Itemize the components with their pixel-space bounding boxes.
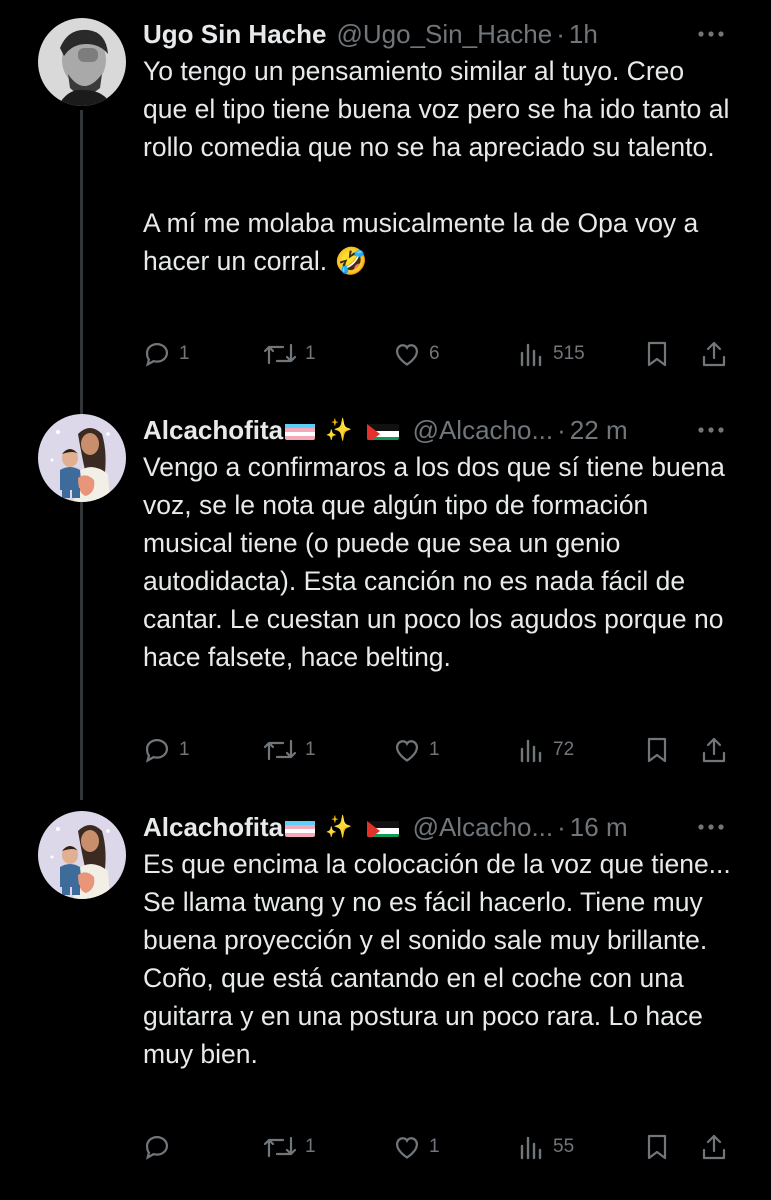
share-button[interactable] — [701, 340, 727, 368]
share-button[interactable] — [701, 1133, 727, 1161]
bookmark-icon — [645, 340, 669, 368]
retweet-count: 1 — [305, 1136, 316, 1157]
like-count: 1 — [429, 1136, 440, 1157]
display-name[interactable]: Alcachofita — [143, 415, 283, 446]
retweet-icon — [263, 1134, 297, 1160]
views-count: 72 — [553, 739, 575, 760]
heart-icon — [393, 1134, 421, 1160]
tweet-text: Yo tengo un pensamiento similar al tuyo.… — [143, 56, 730, 276]
tweet-actions: 1 1 55 — [143, 1127, 733, 1167]
tweet-header: Ugo Sin Hache @Ugo_Sin_Hache · 1h — [143, 14, 731, 54]
reply-button[interactable]: 1 — [143, 736, 190, 764]
like-button[interactable]: 1 — [393, 1134, 440, 1160]
views-icon — [519, 341, 545, 367]
retweet-count: 1 — [305, 739, 316, 760]
reply-icon — [143, 736, 171, 764]
share-icon — [701, 736, 727, 764]
transgender-flag-emoji — [285, 420, 316, 440]
views-count: 55 — [553, 1136, 575, 1157]
tweet-header: Alcachofita ✨ @Alcacho... · 16 m — [143, 807, 731, 847]
views-icon — [519, 737, 545, 763]
user-handle[interactable]: @Ugo_Sin_Hache — [336, 19, 552, 50]
views-icon — [519, 1134, 545, 1160]
avatar[interactable] — [38, 18, 126, 106]
bookmark-button[interactable] — [645, 1133, 669, 1161]
sparkles-emoji: ✨ — [325, 814, 353, 839]
tweet[interactable]: Alcachofita ✨ @Alcacho... · 22 m Vengo a… — [0, 410, 771, 780]
user-handle[interactable]: @Alcacho... — [413, 415, 554, 446]
reply-count: 1 — [179, 739, 190, 760]
bookmark-button[interactable] — [645, 340, 669, 368]
display-name[interactable]: Ugo Sin Hache — [143, 19, 326, 50]
avatar[interactable] — [38, 414, 126, 502]
more-icon[interactable] — [691, 14, 731, 54]
transgender-flag-emoji — [285, 817, 316, 837]
share-icon — [701, 340, 727, 368]
tweet-actions: 1 1 6 515 — [143, 334, 733, 374]
reply-count: 1 — [179, 343, 190, 364]
share-icon — [701, 1133, 727, 1161]
separator-dot: · — [557, 811, 566, 842]
more-icon[interactable] — [691, 410, 731, 450]
like-count: 1 — [429, 739, 440, 760]
bookmark-button[interactable] — [645, 736, 669, 764]
palestine-flag-emoji — [366, 420, 399, 440]
tweet[interactable]: Ugo Sin Hache @Ugo_Sin_Hache · 1h Yo ten… — [0, 14, 771, 384]
bookmark-icon — [645, 1133, 669, 1161]
timestamp[interactable]: 1h — [569, 19, 598, 50]
views-button[interactable]: 72 — [519, 737, 574, 763]
reply-icon — [143, 1133, 171, 1161]
retweet-icon — [263, 737, 297, 763]
views-button[interactable]: 55 — [519, 1134, 574, 1160]
more-icon[interactable] — [691, 807, 731, 847]
heart-icon — [393, 341, 421, 367]
retweet-icon — [263, 341, 297, 367]
avatar[interactable] — [38, 811, 126, 899]
separator-dot: · — [556, 18, 565, 49]
like-button[interactable]: 6 — [393, 341, 440, 367]
display-name[interactable]: Alcachofita — [143, 812, 283, 843]
share-button[interactable] — [701, 736, 727, 764]
tweet-text: Vengo a confirmaros a los dos que sí tie… — [143, 452, 725, 672]
bookmark-icon — [645, 736, 669, 764]
like-count: 6 — [429, 343, 440, 364]
reply-button[interactable] — [143, 1133, 179, 1161]
tweet-header: Alcachofita ✨ @Alcacho... · 22 m — [143, 410, 731, 450]
sparkles-emoji: ✨ — [325, 417, 353, 442]
separator-dot: · — [557, 414, 566, 445]
tweet-text: Es que encima la colocación de la voz qu… — [143, 849, 731, 1069]
tweet-actions: 1 1 1 72 — [143, 730, 733, 770]
heart-icon — [393, 737, 421, 763]
retweet-button[interactable]: 1 — [263, 341, 316, 367]
timestamp[interactable]: 16 m — [570, 812, 628, 843]
palestine-flag-emoji — [366, 817, 399, 837]
retweet-button[interactable]: 1 — [263, 1134, 316, 1160]
views-count: 515 — [553, 343, 585, 364]
tweet[interactable]: Alcachofita ✨ @Alcacho... · 16 m Es que … — [0, 807, 771, 1187]
reply-icon — [143, 340, 171, 368]
user-handle[interactable]: @Alcacho... — [413, 812, 554, 843]
retweet-count: 1 — [305, 343, 316, 364]
like-button[interactable]: 1 — [393, 737, 440, 763]
views-button[interactable]: 515 — [519, 341, 585, 367]
retweet-button[interactable]: 1 — [263, 737, 316, 763]
timestamp[interactable]: 22 m — [570, 415, 628, 446]
reply-button[interactable]: 1 — [143, 340, 190, 368]
